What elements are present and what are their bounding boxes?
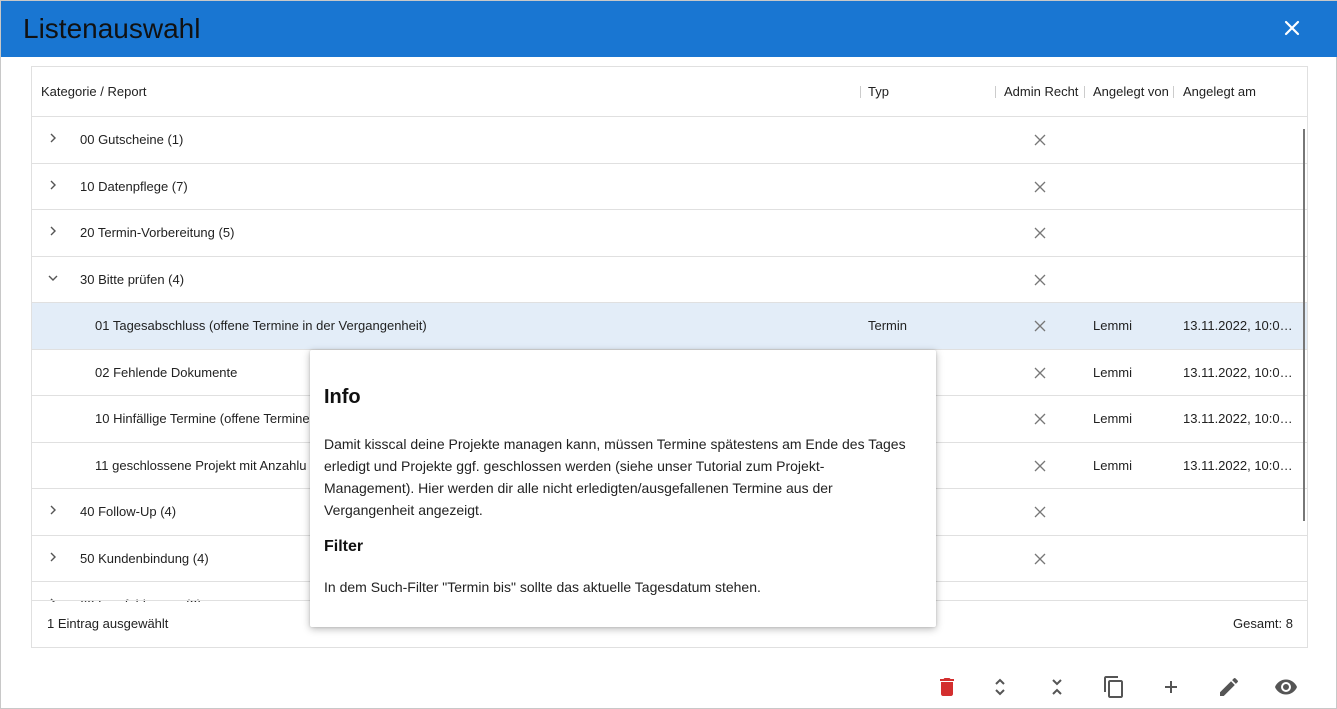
row-label: 30 Bitte prüfen (4) — [80, 271, 185, 287]
edit-icon — [1220, 677, 1239, 696]
delete-button[interactable] — [935, 675, 959, 699]
column-header-angelegt-von[interactable]: Angelegt von — [1093, 84, 1169, 99]
expand-all-button[interactable] — [988, 675, 1012, 699]
row-label: 50 Kundenbindung (4) — [80, 550, 209, 566]
admin-right-false-icon — [1034, 227, 1046, 239]
admin-right-false-icon — [1034, 553, 1046, 564]
column-separator[interactable] — [995, 86, 996, 98]
column-header-admin-recht[interactable]: Admin Recht — [1004, 84, 1078, 99]
row-angelegt-von: Lemmi — [1093, 318, 1133, 333]
row-label: 11 geschlossene Projekt mit Anzahlu — [95, 457, 307, 473]
admin-right-false-icon — [1034, 367, 1046, 378]
collapse-all-icon — [1052, 679, 1062, 695]
admin-right-false-icon — [1034, 274, 1046, 285]
chevron-right-icon[interactable] — [47, 504, 59, 516]
close-icon — [1284, 20, 1300, 36]
row-angelegt-von: Lemmi — [1093, 364, 1133, 380]
close-button[interactable] — [1282, 18, 1302, 38]
popup-body: Damit kisscal deine Projekte managen kan… — [324, 436, 906, 518]
report-row[interactable]: 01 Tagesabschluss (offene Termine in der… — [32, 303, 1307, 350]
popup-filter-body: In dem Such-Filter "Termin bis" sollte d… — [324, 579, 761, 595]
admin-right-false-icon — [1034, 506, 1046, 518]
popup-title: Info — [324, 386, 361, 408]
view-icon — [1275, 679, 1297, 695]
category-row[interactable]: 30 Bitte prüfen (4) — [32, 257, 1307, 303]
admin-right-false-icon — [1034, 181, 1046, 192]
popup-filter-title: Filter — [324, 538, 364, 555]
copy-icon — [1104, 676, 1123, 698]
category-row[interactable]: 00 Gutscheine (1) — [32, 117, 1307, 164]
row-angelegt-am: 13.11.2022, 10:0… — [1183, 318, 1293, 333]
chevron-right-icon[interactable] — [47, 551, 59, 563]
row-angelegt-von: Lemmi — [1093, 457, 1133, 473]
column-header-kategorie[interactable]: Kategorie / Report — [41, 84, 147, 99]
grid-header: Kategorie / Report Typ Admin Recht Angel… — [32, 67, 1307, 117]
row-angelegt-am: 13.11.2022, 10:0… — [1183, 457, 1293, 473]
admin-right-false-icon — [1034, 460, 1046, 471]
chevron-down-icon[interactable] — [47, 272, 59, 284]
row-typ: Termin — [868, 318, 908, 333]
total-count: Gesamt: 8 — [1233, 616, 1293, 631]
edit-button[interactable] — [1217, 675, 1241, 699]
admin-right-false-icon — [1034, 320, 1046, 332]
admin-right-false-icon — [1034, 413, 1046, 425]
column-separator[interactable] — [1173, 86, 1174, 98]
vertical-scrollbar[interactable] — [1303, 129, 1305, 521]
action-toolbar — [926, 673, 1316, 703]
view-button[interactable] — [1274, 675, 1298, 699]
row-angelegt-von: Lemmi — [1093, 411, 1133, 426]
delete-icon — [940, 678, 954, 696]
row-label: 10 Datenpflege (7) — [80, 178, 188, 194]
category-row[interactable]: 20 Termin-Vorbereitung (5) — [32, 210, 1307, 257]
row-label: 20 Termin-Vorbereitung (5) — [80, 225, 235, 240]
category-row[interactable]: 10 Datenpflege (7) — [32, 164, 1307, 210]
expand-all-icon — [995, 678, 1005, 696]
collapse-all-button[interactable] — [1045, 675, 1069, 699]
selection-count: 1 Eintrag ausgewählt — [47, 616, 169, 631]
column-header-angelegt-am[interactable]: Angelegt am — [1183, 84, 1256, 99]
add-button[interactable] — [1159, 675, 1183, 699]
column-header-typ[interactable]: Typ — [868, 84, 889, 99]
row-label: 01 Tagesabschluss (offene Termine in der… — [95, 318, 427, 333]
column-separator[interactable] — [1084, 86, 1085, 98]
chevron-right-icon[interactable] — [47, 225, 59, 237]
admin-right-false-icon — [1034, 134, 1046, 146]
copy-button[interactable] — [1102, 675, 1126, 699]
row-label: 40 Follow-Up (4) — [80, 504, 177, 519]
chevron-right-icon[interactable] — [47, 179, 59, 191]
row-label: 10 Hinfällige Termine (offene Termine — [95, 411, 310, 426]
row-label: 02 Fehlende Dokumente — [95, 364, 238, 380]
list-selection-dialog: Listenauswahl Kategorie / Report Typ Adm… — [0, 0, 1337, 709]
column-separator[interactable] — [860, 86, 861, 98]
row-angelegt-am: 13.11.2022, 10:0… — [1183, 364, 1293, 380]
dialog-header: Listenauswahl — [1, 1, 1337, 57]
row-angelegt-am: 13.11.2022, 10:0… — [1183, 411, 1293, 426]
chevron-right-icon[interactable] — [47, 132, 59, 144]
add-icon — [1165, 681, 1177, 693]
info-popup: Info Damit kisscal deine Projekte manage… — [310, 350, 936, 627]
row-label: 00 Gutscheine (1) — [80, 132, 184, 147]
dialog-title: Listenauswahl — [23, 13, 201, 44]
